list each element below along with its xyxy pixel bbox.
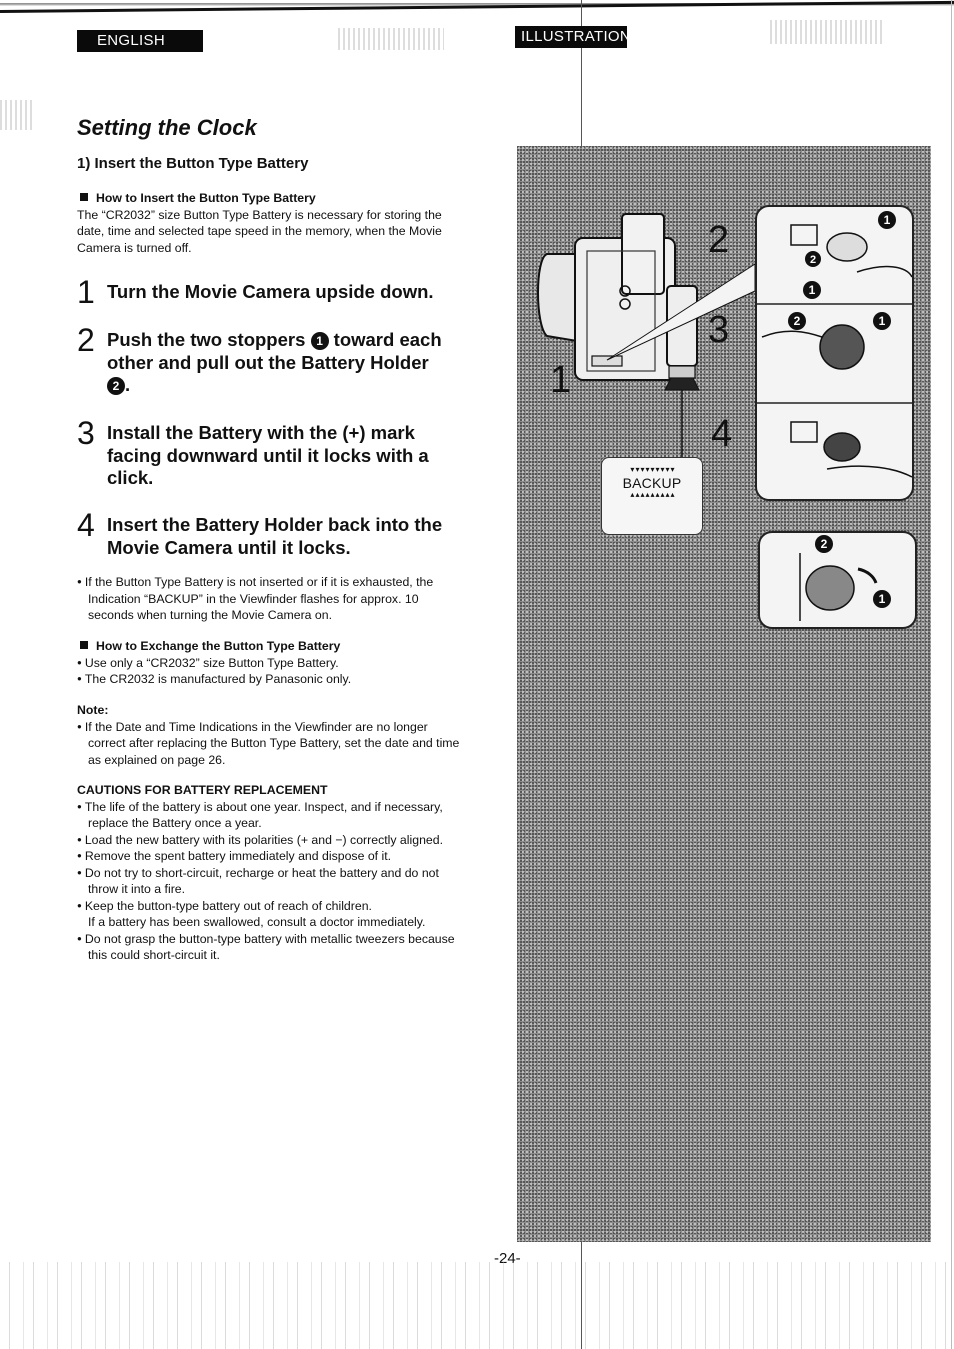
flash-rays-icon: ▴▴▴▴▴▴▴▴▴: [630, 490, 676, 499]
cautions-heading: CAUTIONS FOR BATTERY REPLACEMENT: [77, 783, 328, 797]
page-right-edge: [951, 0, 952, 1349]
list-item: Do not grasp the button-type battery wit…: [77, 931, 457, 964]
list-item: Keep the button-type battery out of reac…: [77, 898, 457, 915]
step-number: 3: [77, 415, 95, 451]
detail-panel-exchange: 2 1: [758, 531, 917, 629]
list-item: Do not try to short-circuit, recharge or…: [77, 865, 457, 898]
step-text: Push the two stoppers 1 toward each othe…: [107, 329, 462, 397]
callout-2-text: 2: [821, 537, 828, 551]
how-to-insert-heading: How to Insert the Button Type Battery: [77, 190, 462, 207]
step-text: Install the Battery with the (+) mark fa…: [107, 422, 429, 488]
viewfinder-backup-indicator: ▾▾▾▾▾▾▾▾▾ BACKUP ▴▴▴▴▴▴▴▴▴: [601, 457, 703, 535]
button-battery: [819, 324, 865, 370]
list-item: Remove the spent battery immediately and…: [77, 848, 457, 865]
callout-2-text: 2: [810, 254, 816, 266]
callout-1-text: 1: [884, 213, 891, 227]
show-through-noise: [770, 20, 885, 44]
holder-slot: [790, 224, 818, 246]
how-to-exchange-heading: How to Exchange the Button Type Battery: [77, 638, 462, 655]
step-3: 3 Install the Battery with the (+) mark …: [77, 415, 462, 490]
list-item: If the Date and Time Indications in the …: [77, 719, 462, 769]
callout-2-text: 2: [794, 314, 801, 328]
how-to-insert-heading-text: How to Insert the Button Type Battery: [96, 191, 316, 205]
step-number: 1: [77, 274, 95, 310]
illustration-step-2-label: 2: [708, 219, 730, 261]
note-section: Note: If the Date and Time Indications i…: [77, 702, 462, 768]
eyecup: [664, 377, 700, 391]
square-bullet-icon: [80, 193, 88, 201]
button-battery: [805, 565, 855, 611]
detail-panel-steps-2-4: 1 2 1 2 1: [755, 205, 914, 501]
step-text-part: Push the two stoppers: [107, 329, 311, 350]
hand-strap: [537, 253, 578, 343]
section-heading: 1) Insert the Button Type Battery: [77, 155, 309, 172]
illustration-tag: ILLUSTRATION: [515, 26, 631, 48]
callout-1-text: 1: [809, 283, 816, 297]
backup-note: If the Button Type Battery is not insert…: [77, 574, 462, 624]
show-through-noise: [0, 100, 34, 130]
flash-rays-icon: ▾▾▾▾▾▾▾▾▾: [630, 465, 676, 474]
finger-outline: [856, 265, 912, 278]
camera-lens: [621, 213, 665, 295]
illustration-step-1-label: 1: [550, 359, 572, 401]
list-item: The CR2032 is manufactured by Panasonic …: [77, 671, 462, 688]
callout-2-icon: 2: [107, 377, 125, 395]
finger-outline: [761, 330, 823, 338]
illustration-step-3-label: 3: [708, 309, 730, 351]
list-item: The life of the battery is about one yea…: [77, 799, 457, 832]
callout-1-text: 1: [879, 592, 886, 606]
illustration-step-4-label: 4: [711, 413, 733, 455]
how-to-exchange-heading-text: How to Exchange the Button Type Battery: [96, 639, 341, 653]
battery-holder: [826, 232, 868, 262]
holder-slot: [790, 421, 818, 443]
arrow-icon: [857, 567, 878, 584]
callout-1-text: 1: [879, 314, 886, 328]
show-through-noise: [338, 28, 444, 50]
step-number: 4: [77, 507, 95, 543]
backup-note-text: If the Button Type Battery is not insert…: [77, 574, 462, 624]
list-item: Use only a “CR2032” size Button Type Bat…: [77, 655, 462, 672]
step-text: Insert the Battery Holder back into the …: [107, 514, 443, 558]
list-item-continuation: If a battery has been swallowed, consult…: [88, 915, 426, 929]
square-bullet-icon: [80, 641, 88, 649]
illustration-panel: 1 2 3 4 ▾▾▾▾▾▾▾▾▾ BACKUP ▴▴▴▴▴▴▴▴▴ 1 2 1…: [517, 146, 931, 1242]
how-to-insert-body: The “CR2032” size Button Type Battery is…: [77, 207, 442, 255]
cautions-section: CAUTIONS FOR BATTERY REPLACEMENT The lif…: [77, 782, 457, 964]
how-to-exchange-section: How to Exchange the Button Type Battery …: [77, 638, 462, 688]
step-4: 4 Insert the Battery Holder back into th…: [77, 507, 462, 559]
battery-holder-slot: [591, 355, 623, 367]
step-1: 1 Turn the Movie Camera upside down.: [77, 274, 462, 310]
list-item: Load the new battery with its polarities…: [77, 832, 457, 849]
how-to-insert-section: How to Insert the Button Type Battery Th…: [77, 190, 462, 256]
eyecup-ring: [668, 365, 696, 379]
note-heading: Note:: [77, 703, 109, 717]
finger-outline: [826, 465, 912, 478]
battery-holder: [823, 432, 861, 462]
language-tag: ENGLISH: [77, 30, 203, 52]
step-number: 2: [77, 322, 95, 358]
step-2: 2 Push the two stoppers 1 toward each ot…: [77, 322, 462, 397]
callout-1-icon: 1: [310, 332, 329, 350]
backup-indication-text: BACKUP: [622, 475, 682, 491]
step-text-part: .: [125, 374, 131, 395]
step-text: Turn the Movie Camera upside down.: [107, 281, 434, 302]
page-title: Setting the Clock: [77, 115, 257, 140]
show-through-noise: [0, 1262, 954, 1349]
battery-exchange-illustration: 2 1: [799, 535, 891, 621]
battery-holder-steps-illustration: 1 2 1 2 1: [757, 211, 912, 478]
page-top-rule: [0, 0, 954, 14]
